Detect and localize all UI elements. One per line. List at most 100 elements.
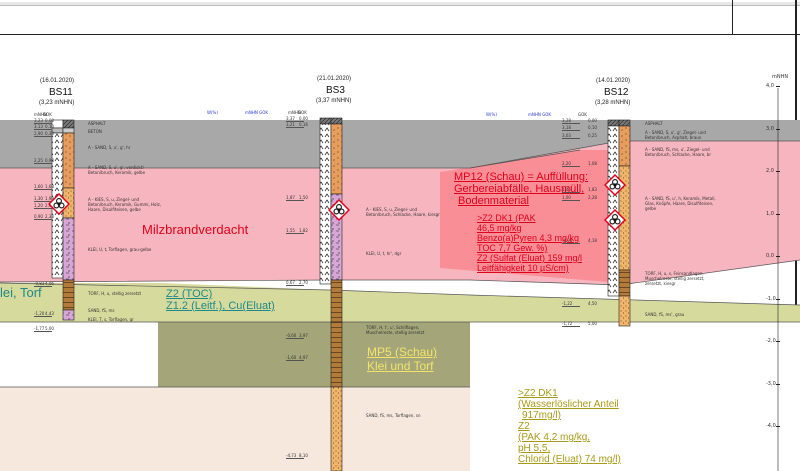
col-header-gok-bs11: GOK	[43, 112, 52, 117]
scale-tick-mark	[776, 426, 780, 427]
depth-mark-line	[286, 458, 304, 459]
br-line-6: Chlorid (Eluat) 74 mg/l)	[518, 454, 621, 465]
scale-tick-mark	[776, 383, 780, 385]
gok-mark-bs12: 5,00	[588, 321, 597, 326]
bs3-date: (21.01.2020)	[317, 76, 352, 82]
col-header-gok-bs12: GOK	[578, 112, 587, 117]
layer-sand	[0, 387, 470, 471]
depth-mark-line	[562, 138, 580, 139]
scale-tick-mark	[776, 256, 780, 257]
gok-mark-bs12: 4,18	[588, 238, 597, 243]
bs12-title: BS12	[604, 87, 629, 98]
scale-title: mNHN	[772, 74, 789, 80]
biohazard-icon	[604, 174, 626, 196]
bs11-elevation: (3,23 mNHN)	[39, 100, 75, 106]
bs11-title: BS11	[49, 87, 73, 98]
scale-tick-label: 0,0	[766, 253, 774, 259]
br-line-1: (Wasserlöslicher Anteil	[518, 399, 619, 410]
depth-mark-line	[562, 326, 580, 327]
bs3-desc-2: KLEI, U, t, hr', dgr	[366, 251, 402, 256]
scale-tick-mark	[776, 86, 780, 87]
bs12-desc-10: zersetzt, kiesgr	[645, 281, 676, 286]
biohazard-icon	[48, 193, 70, 215]
depth-mark-line	[286, 127, 304, 128]
depth-mark-line	[34, 129, 52, 130]
label-mp12-analysis: >Z2 DK1 (PAK 46,5 mg/kg Benzo(a)Pyren 4,…	[477, 213, 582, 273]
bs11-desc-4: Beton/bruch, Keramik, gelbe	[88, 170, 146, 175]
depth-mark-line	[286, 360, 304, 361]
col-header-gok-bs3: GOK	[298, 110, 307, 115]
gok-mark-bs12: 1,83	[588, 187, 597, 192]
scale-tick-mark	[776, 298, 780, 300]
depth-mark-line	[286, 285, 304, 286]
layers-svg	[0, 88, 800, 471]
bs11-desc-8: KLEI, U, t, Torflagen, grau-gelbe	[88, 247, 152, 252]
label-mp5: MP5 (Schau) Klei und Torf	[367, 345, 437, 373]
depth-mark-line	[286, 200, 304, 201]
mp12-box-0: >Z2 DK1 (PAK	[477, 213, 536, 223]
scale-tick-mark	[776, 171, 780, 172]
scale-tick-label: 4,0	[766, 83, 774, 89]
mp5-line-1: Klei und Torf	[367, 359, 434, 373]
scale-tick-label: -1,0	[766, 295, 776, 302]
gok-mark-bs12: 1,08	[588, 161, 597, 166]
biohazard-icon	[604, 209, 626, 231]
bs11-desc-9: TORF, H, u, stellig zersetzt	[88, 291, 142, 296]
label-bottom-right: >Z2 DK1 (Wasserlöslicher Anteil 917mg/l)…	[518, 388, 621, 465]
bs3-elevation: (3,37 mNHN)	[316, 98, 352, 104]
mp12-line-0: MP12 (Schau) = Auffüllung:	[454, 171, 589, 183]
bs12-desc-4: Beton/bruch, Schlacke, Haare, br	[645, 152, 711, 157]
bs11-desc-0: ASPHALT	[88, 121, 106, 126]
mp12-box-3: TOC 7,7 Gew. %)	[477, 243, 548, 253]
bs11-desc-11: KLEI, T, s, Torflagen, gr	[88, 317, 134, 322]
label-klei-torf-left: lei, Torf	[0, 285, 42, 300]
col-header-mid-2: mNHN GOK	[528, 112, 552, 117]
depth-mark-line	[34, 331, 52, 332]
br-line-4: (PAK 4,2 mg/kg,	[518, 432, 591, 443]
label-milzbrandverdacht: Milzbrandverdacht	[142, 222, 249, 237]
biohazard-icon	[328, 199, 350, 221]
label-z2-toc: Z2 (TOC)	[166, 288, 213, 300]
geological-profile: (16.01.2020) BS11 (3,23 mNHN) (21.01.202…	[0, 0, 800, 471]
mp12-box-5: Leitfähigkeit 10 µS/cm)	[477, 263, 569, 273]
depth-mark-line	[34, 189, 52, 190]
scale-tick-mark	[776, 213, 780, 215]
scale-tick-label: -2,0	[766, 338, 776, 344]
bs12-desc-0: ASPHALT	[645, 121, 663, 126]
bs12-elevation: (3,28 mNHN)	[595, 100, 631, 106]
depth-mark-line	[34, 219, 52, 220]
bs3-desc-5: SAND, fS, ms, Torflagen, sn	[366, 413, 421, 418]
br-line-3: Z2	[518, 421, 530, 432]
bs3-desc-4: Muschelreste, stellig zersetzt	[366, 330, 425, 335]
depth-mark-line	[562, 166, 580, 167]
bs12-desc-7: gelbe	[645, 206, 657, 211]
br-line-0: >Z2 DK1	[518, 388, 558, 399]
scale-tick-label: 3,0	[766, 125, 774, 132]
bs3-title: BS3	[326, 85, 345, 96]
gok-mark-bs12: 0,00	[588, 118, 597, 123]
mp5-line-0: MP5 (Schau)	[367, 345, 438, 359]
depth-mark-line	[34, 136, 52, 137]
bs12-date: (14.01.2020)	[596, 78, 631, 84]
br-line-2: 917mg/l)	[522, 410, 561, 421]
depth-mark-line	[562, 306, 580, 307]
bs12-desc-11: SAND, fS, ms', grau	[645, 312, 685, 317]
depth-mark-line	[286, 338, 304, 339]
mp12-line-2: Bodenmaterial	[458, 195, 529, 207]
col-header-pct-1: W(%)	[207, 110, 218, 115]
bs11-desc-1: BETON	[88, 129, 102, 134]
gok-mark-bs12: 0,10	[588, 125, 597, 130]
label-mp12: MP12 (Schau) = Auffüllung: Gerbereiabfäl…	[454, 171, 588, 207]
col-header-pct-2: W(%)	[486, 112, 497, 117]
bs11-date: (16.01.2020)	[40, 78, 75, 84]
label-z12: Z1.2 (Leitf.), Cu(Eluat)	[166, 300, 275, 312]
bs12-desc-2: Beton/bruch, Asphalt, braun	[645, 135, 702, 140]
col-header-mid-1: mNHN GOK	[245, 110, 269, 115]
mp12-box-2: Benzo(a)Pyren 4,3 mg/kg	[477, 233, 580, 243]
gok-mark-bs12: 2,28	[588, 195, 597, 200]
scale-tick-mark	[776, 341, 780, 342]
scale-tick-label: 1,0	[766, 210, 774, 217]
mp12-box-4: Z2 (Sulfat (Eluat) 159 mg/l	[477, 253, 583, 263]
bs11-desc-2: A - SAND, S, u', g', hr	[88, 145, 131, 150]
br-line-5: pH 5,5,	[518, 443, 551, 454]
